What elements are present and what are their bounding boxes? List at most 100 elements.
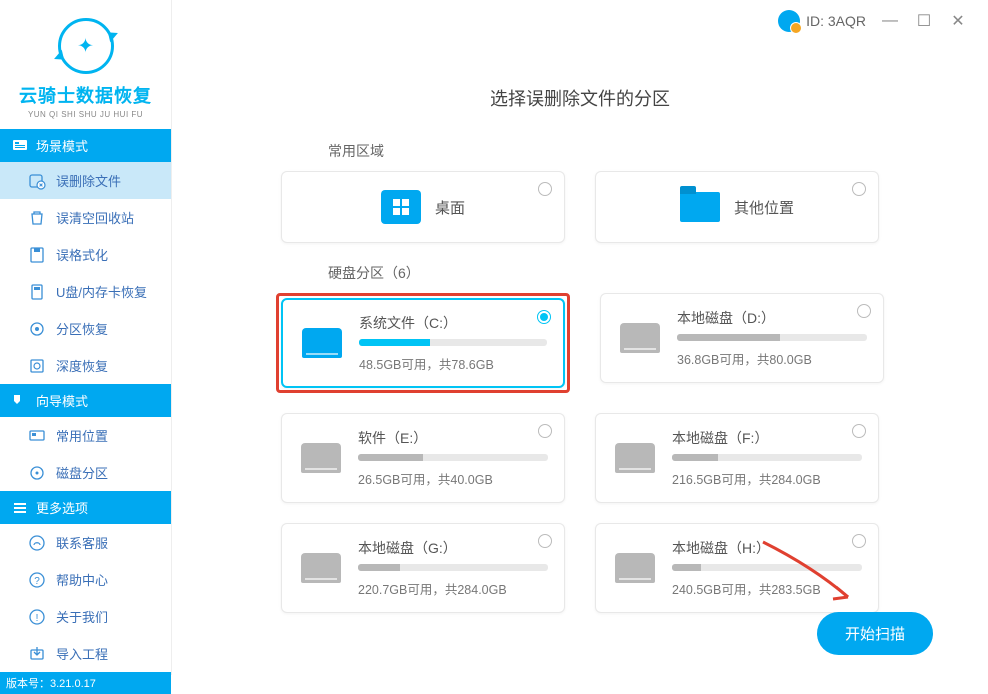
deep-icon [28,357,46,375]
support-icon [28,534,46,552]
nav-item-label: 帮助中心 [56,570,108,589]
section-scene-mode[interactable]: 场景模式 [0,129,171,162]
nav-item-label: 误清空回收站 [56,208,134,227]
nav-delete-file[interactable]: 误删除文件 [0,162,171,199]
disk-name: 本地磁盘（F:） [672,428,862,448]
disk-usage-bar [672,454,862,461]
section-more-options[interactable]: 更多选项 [0,491,171,524]
more-icon [12,500,28,516]
help-icon: ? [28,571,46,589]
desktop-icon [381,190,421,224]
radio-icon [537,310,551,324]
nav-item-label: 误格式化 [56,245,108,264]
logo-icon: ✦ [58,18,114,74]
disk-name: 本地磁盘（H:） [672,538,862,558]
disk-usage-bar [672,564,862,571]
disk-usage-bar [358,454,548,461]
card-title: 桌面 [435,197,465,218]
folder-icon [680,192,720,222]
disk-card-d[interactable]: 本地磁盘（D:） 36.8GB可用，共80.0GB [600,293,884,383]
disk-card-h[interactable]: 本地磁盘（H:） 240.5GB可用，共283.5GB [595,523,879,613]
disk-usage-bar [677,334,867,341]
nav-empty-recycle[interactable]: 误清空回收站 [0,199,171,236]
nav-help-center[interactable]: ? 帮助中心 [0,561,171,598]
nav-item-label: 关于我们 [56,607,108,626]
sidebar: ✦ 云骑士数据恢复 YUN QI SHI SHU JU HUI FU 场景模式 … [0,0,172,675]
minimize-button[interactable]: — [880,11,900,31]
card-desktop[interactable]: 桌面 [281,171,565,243]
recycle-icon [28,209,46,227]
section-more-label: 更多选项 [36,498,88,517]
highlight-selected-disk: 系统文件（C:） 48.5GB可用，共78.6GB [276,293,570,393]
logo-subtitle: YUN QI SHI SHU JU HUI FU [10,110,161,119]
nav-about[interactable]: ! 关于我们 [0,598,171,635]
disk-name: 本地磁盘（D:） [677,308,867,328]
close-button[interactable]: ✕ [948,11,968,31]
radio-icon [857,304,871,318]
section-scene-label: 场景模式 [36,136,88,155]
usb-icon [28,283,46,301]
disk-icon [302,328,342,358]
logo: ✦ 云骑士数据恢复 YUN QI SHI SHU JU HUI FU [0,0,171,129]
disk-info: 36.8GB可用，共80.0GB [677,349,867,368]
card-title: 其他位置 [734,197,794,218]
nav-disk-partition[interactable]: 磁盘分区 [0,454,171,491]
nav-format[interactable]: 误格式化 [0,236,171,273]
radio-icon [538,182,552,196]
user-id-badge[interactable]: ID: 3AQR [778,10,866,32]
disk-info: 48.5GB可用，共78.6GB [359,354,547,373]
radio-icon [538,534,552,548]
nav-item-label: U盘/内存卡恢复 [56,282,147,301]
disk-partition-icon [28,464,46,482]
nav-item-label: 误删除文件 [56,171,121,190]
common-area-label: 常用区域 [328,141,948,161]
wizard-icon [12,393,28,409]
nav-item-label: 常用位置 [56,426,108,445]
logo-title: 云骑士数据恢复 [10,82,161,108]
disk-icon [301,553,341,583]
nav-item-label: 导入工程 [56,644,108,663]
disk-icon [615,443,655,473]
disk-icon [615,553,655,583]
radio-icon [538,424,552,438]
nav-common-location[interactable]: 常用位置 [0,417,171,454]
disk-info: 220.7GB可用，共284.0GB [358,579,548,598]
disk-info: 240.5GB可用，共283.5GB [672,579,862,598]
disk-partition-label: 硬盘分区（6） [328,263,948,283]
common-loc-icon [28,427,46,445]
partition-icon [28,320,46,338]
maximize-button[interactable]: ☐ [914,11,934,31]
nav-import-project[interactable]: 导入工程 [0,635,171,672]
disk-usage-bar [358,564,548,571]
radio-icon [852,182,866,196]
nav-item-label: 联系客服 [56,533,108,552]
delete-file-icon [28,172,46,190]
disk-card-c[interactable]: 系统文件（C:） 48.5GB可用，共78.6GB [281,298,565,388]
nav-usb-recover[interactable]: U盘/内存卡恢复 [0,273,171,310]
disk-name: 本地磁盘（G:） [358,538,548,558]
nav-deep-recover[interactable]: 深度恢复 [0,347,171,384]
start-scan-button[interactable]: 开始扫描 [817,612,933,655]
import-icon [28,645,46,663]
section-wizard-mode[interactable]: 向导模式 [0,384,171,417]
nav-item-label: 分区恢复 [56,319,108,338]
disk-name: 系统文件（C:） [359,313,547,333]
disk-card-g[interactable]: 本地磁盘（G:） 220.7GB可用，共284.0GB [281,523,565,613]
svg-text:!: ! [36,613,39,624]
version-label: 版本号：3.21.0.17 [0,672,171,694]
main-content: ID: 3AQR — ☐ ✕ 选择误删除文件的分区 常用区域 桌面 其他位置 硬… [172,0,988,675]
nav-item-label: 磁盘分区 [56,463,108,482]
nav-item-label: 深度恢复 [56,356,108,375]
format-icon [28,246,46,264]
user-id-icon [778,10,800,32]
section-wizard-label: 向导模式 [36,391,88,410]
nav-contact-support[interactable]: 联系客服 [0,524,171,561]
disk-info: 216.5GB可用，共284.0GB [672,469,862,488]
titlebar: ID: 3AQR — ☐ ✕ [778,10,968,32]
nav-partition-recover[interactable]: 分区恢复 [0,310,171,347]
disk-card-f[interactable]: 本地磁盘（F:） 216.5GB可用，共284.0GB [595,413,879,503]
svg-text:?: ? [34,576,40,587]
radio-icon [852,534,866,548]
disk-card-e[interactable]: 软件（E:） 26.5GB可用，共40.0GB [281,413,565,503]
card-other-location[interactable]: 其他位置 [595,171,879,243]
